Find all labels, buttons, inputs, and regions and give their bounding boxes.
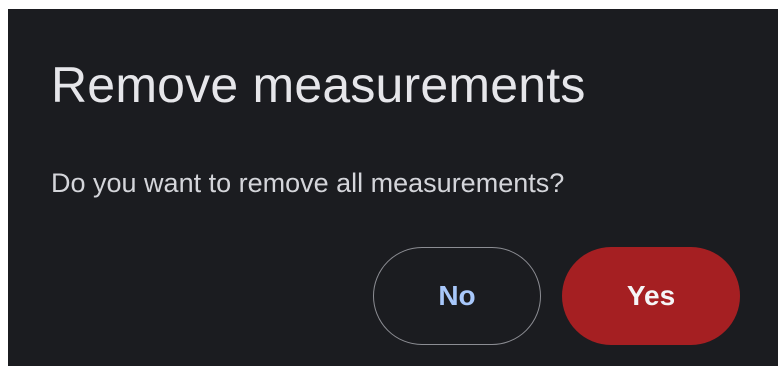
no-button[interactable]: No — [373, 247, 541, 345]
yes-button[interactable]: Yes — [562, 247, 740, 345]
dialog-message: Do you want to remove all measurements? — [51, 168, 565, 198]
dialog-title: Remove measurements — [51, 57, 586, 113]
remove-measurements-dialog: Remove measurements Do you want to remov… — [8, 9, 778, 366]
